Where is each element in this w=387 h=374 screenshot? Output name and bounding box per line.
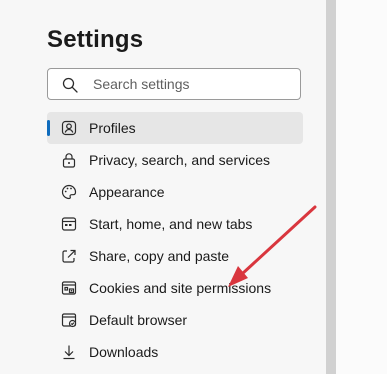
- nav-item-profiles[interactable]: Profiles: [47, 112, 303, 144]
- search-box[interactable]: [47, 68, 301, 100]
- palette-icon: [61, 184, 77, 200]
- nav-item-label: Downloads: [89, 344, 159, 360]
- browser-icon: [61, 312, 77, 328]
- pane-divider: [326, 0, 336, 374]
- nav-item-label: Cookies and site permissions: [89, 280, 272, 296]
- nav-item-start-home[interactable]: Start, home, and new tabs: [47, 208, 303, 240]
- profile-icon: [61, 120, 77, 136]
- nav-item-label: Start, home, and new tabs: [89, 216, 253, 232]
- settings-content-pane: [336, 0, 387, 374]
- nav-item-default-browser[interactable]: Default browser: [47, 304, 303, 336]
- nav-item-label: Default browser: [89, 312, 188, 328]
- download-icon: [61, 344, 77, 360]
- nav-item-label: Privacy, search, and services: [89, 152, 271, 168]
- nav-item-label: Profiles: [89, 120, 136, 136]
- settings-nav: Profiles Privacy, search, and services A…: [47, 112, 303, 368]
- site-permissions-icon: [61, 280, 77, 296]
- search-input[interactable]: [93, 69, 293, 99]
- nav-item-privacy[interactable]: Privacy, search, and services: [47, 144, 303, 176]
- share-icon: [61, 248, 77, 264]
- nav-item-cookies-site-permissions[interactable]: Cookies and site permissions: [47, 272, 303, 304]
- nav-item-label: Share, copy and paste: [89, 248, 230, 264]
- nav-item-label: Appearance: [89, 184, 165, 200]
- settings-sidebar: Settings Profiles: [0, 0, 326, 374]
- page-title: Settings: [47, 26, 144, 53]
- new-tab-icon: [61, 216, 77, 232]
- nav-item-downloads[interactable]: Downloads: [47, 336, 303, 368]
- search-icon: [62, 77, 78, 93]
- nav-item-appearance[interactable]: Appearance: [47, 176, 303, 208]
- nav-item-share-copy-paste[interactable]: Share, copy and paste: [47, 240, 303, 272]
- lock-icon: [61, 152, 77, 168]
